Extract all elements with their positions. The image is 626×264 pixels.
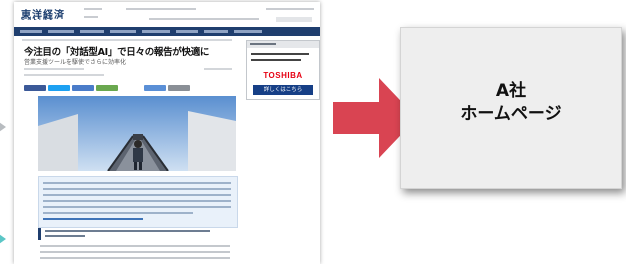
company-homepage-box: A社 ホームページ <box>400 27 622 189</box>
homepage-text: ホームページ <box>460 104 562 124</box>
header-text <box>84 16 98 18</box>
share-button[interactable] <box>24 85 46 91</box>
header-text <box>126 8 196 10</box>
breadcrumb <box>22 39 232 41</box>
share-button[interactable] <box>168 85 190 91</box>
image-caption-box <box>38 176 238 228</box>
nav-item[interactable] <box>80 30 104 33</box>
company-homepage-label: A社 ホームページ <box>401 80 621 126</box>
share-button[interactable] <box>48 85 70 91</box>
nav-item[interactable] <box>110 30 136 33</box>
article-date <box>204 68 232 70</box>
ad-header <box>247 41 319 48</box>
article-hero-image <box>38 96 236 171</box>
site-logo-sub: ONLINE <box>21 17 55 22</box>
article-meta <box>24 68 84 70</box>
company-name: A社 <box>495 81 527 101</box>
header-text <box>84 8 102 10</box>
nav-item[interactable] <box>142 30 170 33</box>
share-button[interactable] <box>72 85 94 91</box>
share-button[interactable] <box>144 85 166 91</box>
article-page-screenshot: 東洋経済 ONLINE 今注目の「対話型AI」で日々の報告が快適に 営業支援ツー… <box>14 2 320 264</box>
arrow-right-icon <box>0 120 6 134</box>
ad-details-button[interactable]: 詳しくはこちら <box>253 85 313 95</box>
nav-item[interactable] <box>48 30 74 33</box>
arrow-right-icon <box>0 232 6 246</box>
nav-item[interactable] <box>176 30 198 33</box>
nav-item[interactable] <box>234 30 262 33</box>
nav-item[interactable] <box>204 30 228 33</box>
search-input[interactable] <box>276 17 312 22</box>
ad-text <box>251 59 301 61</box>
article-title: 今注目の「対話型AI」で日々の報告が快適に <box>24 47 210 58</box>
section-heading <box>38 228 239 240</box>
category-nav <box>14 27 320 36</box>
site-header: 東洋経済 ONLINE <box>14 2 320 26</box>
body-text <box>40 245 230 247</box>
share-button[interactable] <box>96 85 118 91</box>
header-login[interactable] <box>266 8 314 10</box>
nav-item[interactable] <box>20 30 42 33</box>
body-text <box>40 257 230 259</box>
ad-text <box>251 53 309 55</box>
article-subtitle: 営業支援ツールを駆使でさらに効率化 <box>24 59 127 66</box>
toshiba-logo: TOSHIBA <box>263 71 303 80</box>
article-meta <box>24 74 104 76</box>
header-links[interactable] <box>149 18 259 20</box>
sidebar-ad[interactable]: TOSHIBA 詳しくはこちら <box>246 40 320 100</box>
body-text <box>40 251 230 253</box>
